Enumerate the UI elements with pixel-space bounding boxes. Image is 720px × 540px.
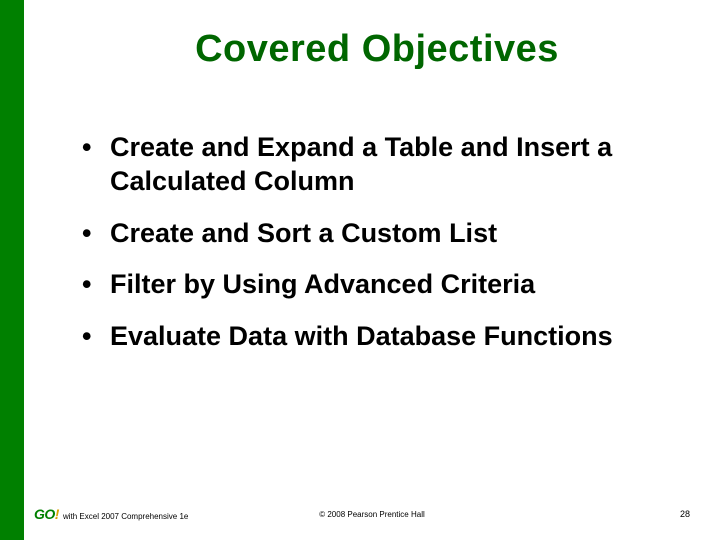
footer-left: GO! with Excel 2007 Comprehensive 1e xyxy=(34,506,188,522)
logo-text: GO xyxy=(34,506,55,522)
list-item: Filter by Using Advanced Criteria xyxy=(82,268,680,302)
slide-title: Covered Objectives xyxy=(74,28,680,71)
slide: Covered Objectives Create and Expand a T… xyxy=(0,0,720,540)
list-item: Create and Sort a Custom List xyxy=(82,217,680,251)
page-number: 28 xyxy=(680,509,690,519)
list-item: Create and Expand a Table and Insert a C… xyxy=(82,131,680,199)
footer: GO! with Excel 2007 Comprehensive 1e © 2… xyxy=(24,506,720,522)
logo-bang: ! xyxy=(55,506,59,522)
objectives-list: Create and Expand a Table and Insert a C… xyxy=(74,131,680,354)
footer-left-text: with Excel 2007 Comprehensive 1e xyxy=(63,512,188,521)
footer-center-text: © 2008 Pearson Prentice Hall xyxy=(319,510,425,519)
list-item: Evaluate Data with Database Functions xyxy=(82,320,680,354)
go-logo: GO! xyxy=(34,506,59,522)
